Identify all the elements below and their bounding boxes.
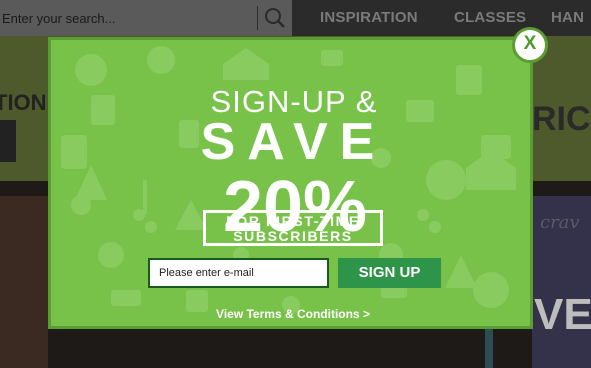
content-image-left [0,196,48,368]
nav-item-handmade[interactable]: HAN [551,9,584,26]
badge-line-1: FOR FIRST-TIME [226,213,360,229]
nav-item-inspiration[interactable]: INSPIRATION [320,9,418,26]
email-field[interactable] [148,258,329,288]
banner-left-block [0,120,16,162]
close-icon: X [523,33,537,54]
signup-modal: SIGN-UP & SAVE 20% FOR FIRST-TIME SUBSCR… [48,37,533,329]
subscriber-badge: FOR FIRST-TIME SUBSCRIBERS [203,210,383,246]
content-right-text: VE [534,290,591,339]
search-input[interactable] [0,0,250,36]
search-icon[interactable] [263,6,287,30]
signup-button[interactable]: SIGN UP [338,258,441,288]
banner-left-text: TION [0,90,47,115]
close-button[interactable]: X [512,27,548,63]
top-navigation-bar: INSPIRATION CLASSES HAN [0,0,591,36]
search-box [0,0,292,36]
badge-line-2: SUBSCRIBERS [233,228,353,244]
content-script-text: crav [540,212,580,233]
search-divider [257,6,258,30]
terms-link[interactable]: View Terms & Conditions > [203,307,383,321]
headline-save: SAVE [200,113,387,171]
nav-item-classes[interactable]: CLASSES [454,9,526,26]
banner-right-text: RIC [532,100,591,138]
